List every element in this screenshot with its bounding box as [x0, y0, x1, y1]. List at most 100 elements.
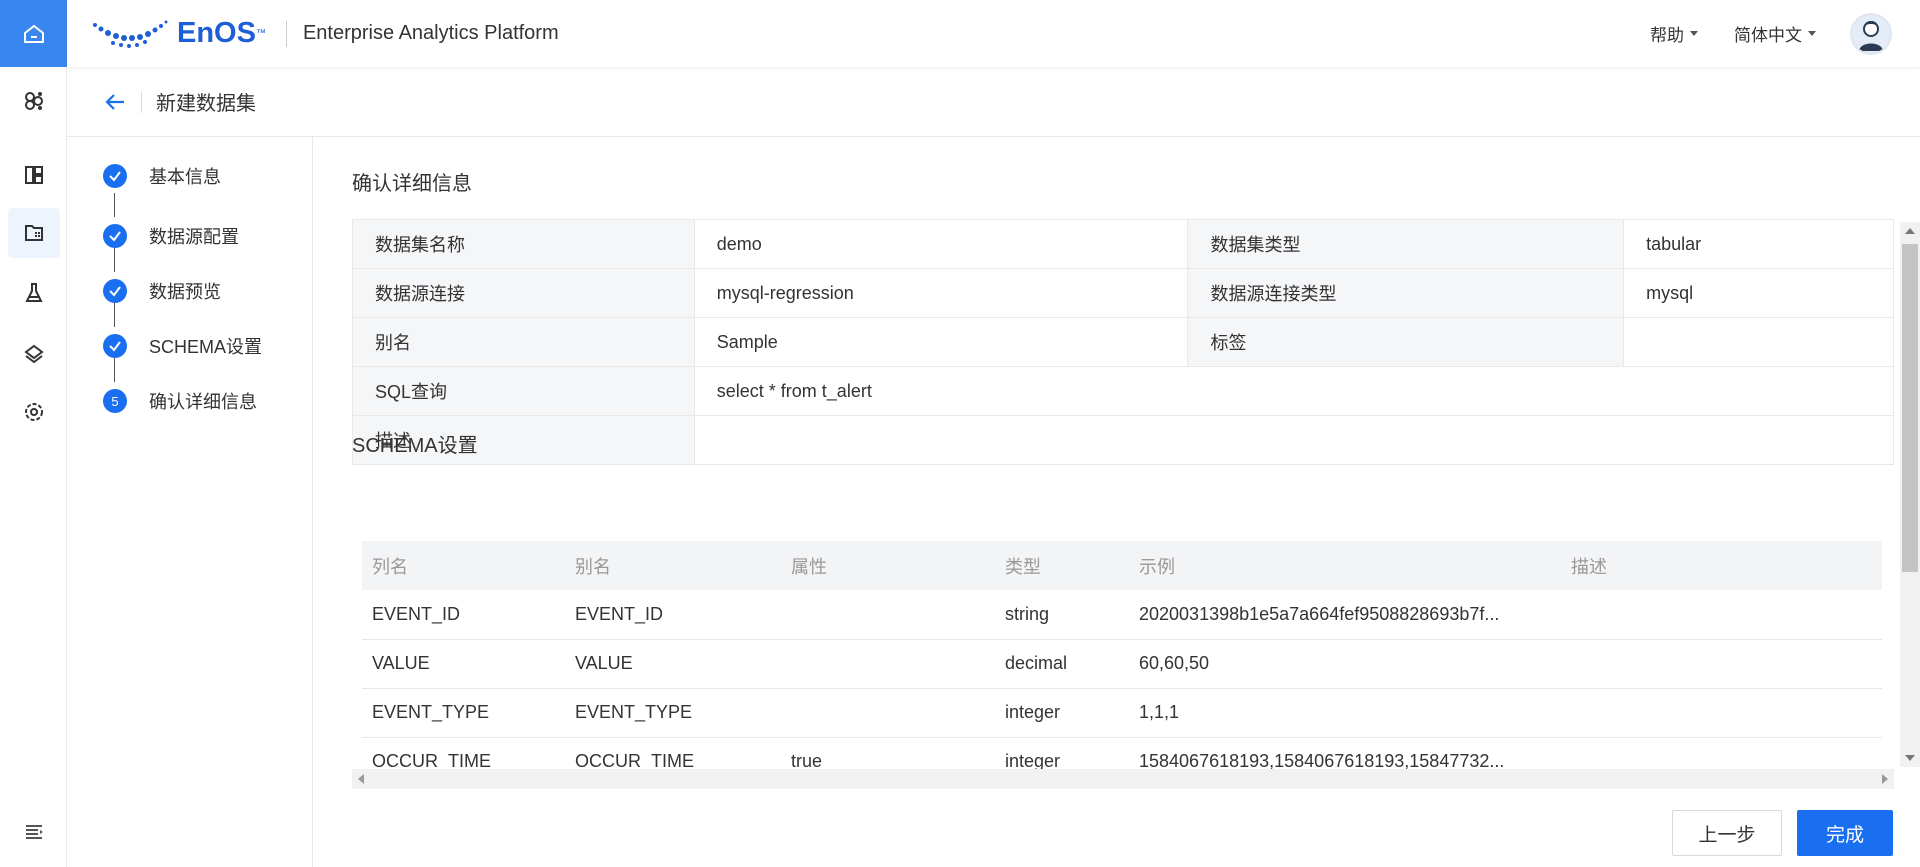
table-row: 描述 — [352, 415, 1895, 465]
collapse-menu-icon[interactable] — [8, 807, 60, 857]
step-label: 数据预览 — [149, 282, 221, 302]
logo-text: EnOS — [177, 17, 256, 49]
step-label: SCHEMA设置 — [149, 337, 263, 357]
step-schema[interactable]: SCHEMA设置 — [103, 333, 262, 359]
cell — [1561, 639, 1882, 689]
previous-step-button[interactable]: 上一步 — [1672, 810, 1782, 856]
step-connector — [114, 303, 115, 327]
schema-table: 列名 别名 属性 类型 示例 描述 EVENT_ID EVENT_ID stri… — [362, 541, 1882, 787]
step-label: 基本信息 — [149, 167, 221, 187]
cell: integer — [995, 688, 1129, 738]
flask-icon[interactable] — [8, 268, 60, 318]
label-cell: 数据集名称 — [352, 219, 695, 269]
step-label: 确认详细信息 — [149, 392, 257, 412]
scroll-down-icon[interactable] — [1905, 755, 1915, 761]
enos-logo[interactable]: EnOS ™ — [91, 14, 266, 54]
model-icon[interactable] — [8, 327, 60, 377]
table-row: 数据源连接 mysql-regression 数据源连接类型 mysql — [352, 268, 1894, 318]
table-row: EVENT_ID EVENT_ID string 2020031398b1e5a… — [362, 590, 1882, 640]
page-header: 新建数据集 — [67, 67, 1920, 137]
step-number: 5 — [103, 389, 127, 413]
table-header: 列名 别名 属性 类型 示例 描述 — [362, 541, 1882, 590]
table-row: SQL查询 select * from t_alert — [352, 366, 1895, 416]
table-row: 数据集名称 demo 数据集类型 tabular — [352, 219, 1894, 269]
cell — [781, 688, 995, 738]
description-value — [693, 415, 1895, 465]
language-label: 简体中文 — [1734, 26, 1802, 45]
step-connector — [114, 193, 115, 217]
cell: EVENT_ID — [565, 590, 781, 640]
help-label: 帮助 — [1650, 26, 1684, 45]
finish-button[interactable]: 完成 — [1797, 810, 1893, 856]
cell — [781, 590, 995, 640]
label-cell: 数据集类型 — [1187, 219, 1625, 269]
cell: VALUE — [565, 639, 781, 689]
column-header: 类型 — [995, 541, 1129, 590]
cell — [1561, 688, 1882, 738]
step-list: 基本信息 数据源配置 数据预览 SCHEMA设置 5 确认详细信息 — [67, 137, 313, 867]
horizontal-scrollbar[interactable] — [352, 769, 1894, 789]
check-icon — [103, 224, 127, 248]
vertical-scrollbar[interactable] — [1900, 222, 1920, 767]
nav-rail — [0, 0, 67, 867]
table-row: EVENT_TYPE EVENT_TYPE integer 1,1,1 — [362, 688, 1882, 738]
step-preview[interactable]: 数据预览 — [103, 278, 221, 304]
main-content: 确认详细信息 数据集名称 demo 数据集类型 tabular 数据源连接 my… — [314, 137, 1904, 867]
check-icon — [103, 334, 127, 358]
scroll-left-icon[interactable] — [358, 774, 364, 784]
details-table: 数据集名称 demo 数据集类型 tabular 数据源连接 mysql-reg… — [352, 219, 1895, 465]
label-cell: 别名 — [352, 317, 695, 367]
scroll-up-icon[interactable] — [1905, 228, 1915, 234]
top-header: EnOS ™ Enterprise Analytics Platform 帮助 简… — [67, 0, 1920, 67]
step-label: 数据源配置 — [149, 227, 239, 247]
step-connector — [114, 358, 115, 382]
value-cell: tabular — [1623, 219, 1894, 269]
label-cell: 数据源连接 — [352, 268, 695, 318]
logo-trademark: ™ — [255, 28, 266, 39]
header-divider — [285, 20, 287, 47]
value-cell: mysql — [1623, 268, 1894, 318]
value-cell: demo — [693, 219, 1189, 269]
column-header: 列名 — [362, 541, 565, 590]
language-menu[interactable]: 简体中文 — [1734, 21, 1816, 46]
step-connector — [114, 248, 115, 272]
step-basic-info[interactable]: 基本信息 — [103, 163, 221, 189]
cell: 60,60,50 — [1129, 639, 1561, 689]
schema-table-container[interactable]: 列名 别名 属性 类型 示例 描述 EVENT_ID EVENT_ID stri… — [362, 541, 1882, 799]
divider — [141, 90, 142, 113]
avatar[interactable] — [1850, 12, 1892, 55]
schema-title: SCHEMA设置 — [352, 435, 478, 457]
cell: 2020031398b1e5a7a664fef9508828693b7f... — [1129, 590, 1561, 640]
home-icon[interactable] — [0, 0, 67, 67]
user-icon — [1859, 20, 1883, 51]
back-arrow-icon[interactable] — [103, 90, 127, 114]
dataset-icon[interactable] — [8, 208, 60, 258]
cell: VALUE — [362, 639, 565, 689]
label-cell: 标签 — [1187, 317, 1625, 367]
cell — [1561, 590, 1882, 640]
step-confirm[interactable]: 5 确认详细信息 — [103, 388, 257, 414]
step-datasource[interactable]: 数据源配置 — [103, 223, 239, 249]
dashboard-icon[interactable] — [8, 150, 60, 200]
column-header: 示例 — [1129, 541, 1561, 590]
scrollbar-thumb[interactable] — [1902, 244, 1918, 572]
cell: EVENT_TYPE — [362, 688, 565, 738]
settings-icon[interactable] — [8, 387, 60, 437]
table-row: 别名 Sample 标签 — [352, 317, 1894, 367]
value-cell: Sample — [693, 317, 1189, 367]
logo-dots-icon — [93, 20, 168, 48]
cell — [781, 639, 995, 689]
details-title: 确认详细信息 — [352, 173, 472, 195]
cell: string — [995, 590, 1129, 640]
label-cell: 数据源连接类型 — [1187, 268, 1625, 318]
app-title: Enterprise Analytics Platform — [302, 22, 559, 44]
chevron-down-icon — [1690, 31, 1698, 36]
help-menu[interactable]: 帮助 — [1650, 21, 1698, 46]
cell: 1,1,1 — [1129, 688, 1561, 738]
table-row: VALUE VALUE decimal 60,60,50 — [362, 639, 1882, 689]
cell: EVENT_TYPE — [565, 688, 781, 738]
scroll-right-icon[interactable] — [1882, 774, 1888, 784]
value-cell — [1623, 317, 1894, 367]
column-header: 别名 — [565, 541, 781, 590]
brain-icon[interactable] — [8, 76, 60, 126]
